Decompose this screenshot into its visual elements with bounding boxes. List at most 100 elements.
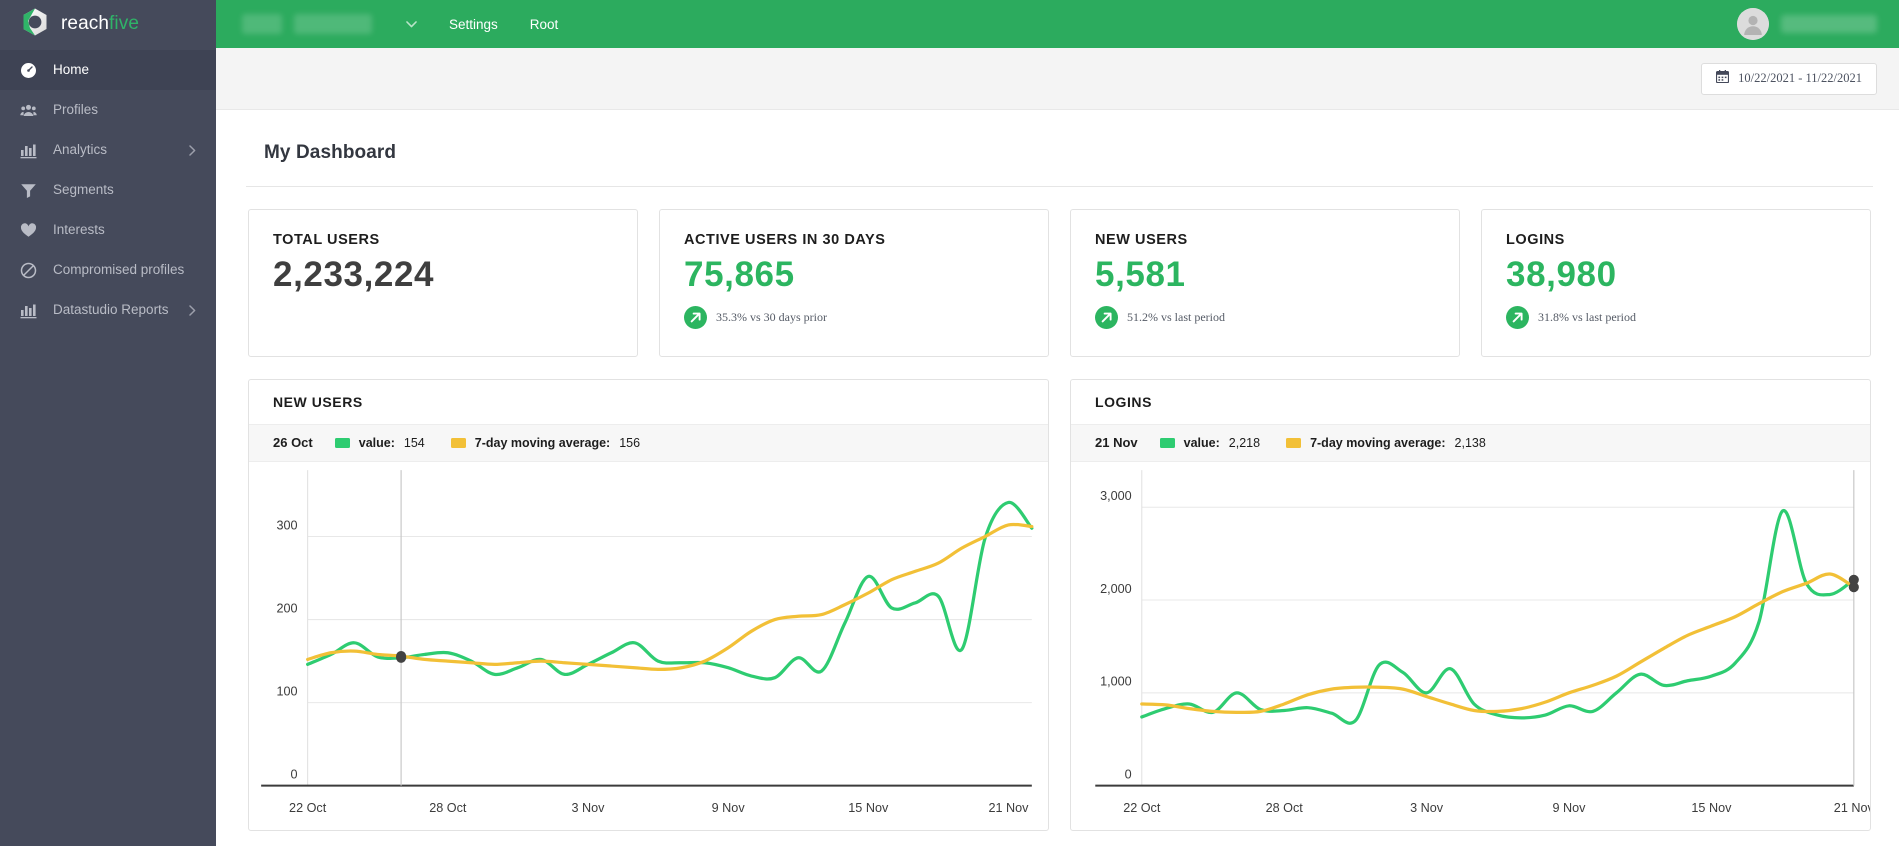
x-tick-label: 28 Oct [1266, 801, 1304, 815]
brand-name-part1: reach [61, 13, 110, 34]
x-tick-label: 28 Oct [429, 801, 467, 815]
kpi-row: TOTAL USERS 2,233,224 ACTIVE USERS IN 30… [246, 209, 1873, 357]
top-bar: Settings Root [216, 0, 1899, 48]
legend-label: value: [358, 435, 395, 450]
legend-label: value: [1183, 435, 1220, 450]
legend-label: 7-day moving average: [474, 435, 611, 450]
kpi-delta: 31.8% vs last period [1506, 305, 1846, 329]
x-tick-label: 3 Nov [571, 801, 605, 815]
sidebar-item-home[interactable]: Home [0, 50, 216, 90]
chart-card-new-users: NEW USERS 26 Oct value: 154 7-day moving… [248, 379, 1049, 831]
legend-item-value: value: 2,218 [1159, 435, 1261, 450]
kpi-title: NEW USERS [1095, 232, 1188, 248]
sub-header: 10/22/2021 - 11/22/2021 [216, 48, 1899, 110]
chart-row: NEW USERS 26 Oct value: 154 7-day moving… [246, 379, 1873, 831]
y-tick-label: 100 [276, 684, 297, 698]
legend-swatch-value [334, 437, 350, 448]
org-selector-redacted-block [242, 14, 282, 34]
legend-hover-date: 21 Nov [1095, 435, 1138, 451]
reachfive-ring-logo-icon [18, 7, 52, 41]
sidebar-item-profiles[interactable]: Profiles [0, 90, 216, 130]
page-title: My Dashboard [264, 142, 397, 163]
people-icon [20, 102, 37, 119]
y-tick-label: 0 [1125, 767, 1132, 781]
y-tick-label: 1,000 [1100, 675, 1132, 689]
kpi-value: 38,980 [1506, 255, 1617, 294]
title-divider [246, 186, 1873, 187]
kpi-delta: 35.3% vs 30 days prior [684, 305, 1024, 329]
block-icon [20, 262, 37, 279]
topbar-link-settings[interactable]: Settings [449, 17, 498, 32]
y-tick-label: 200 [276, 601, 297, 615]
sidebar: reachfive Home Profiles Analytics Segmen… [0, 0, 216, 846]
funnel-icon [20, 182, 37, 199]
user-avatar-icon[interactable] [1737, 8, 1769, 40]
x-tick-label: 21 Nov [988, 801, 1029, 815]
calendar-icon [1716, 70, 1730, 87]
kpi-value: 75,865 [684, 255, 795, 294]
kpi-delta-text: 31.8% vs last period [1538, 309, 1636, 324]
chart-card-logins: LOGINS 21 Nov value: 2,218 7-day moving … [1070, 379, 1871, 831]
username-redacted-block [1781, 15, 1877, 33]
legend-value: 154 [403, 435, 425, 450]
sidebar-item-datastudio-reports[interactable]: Datastudio Reports [0, 290, 216, 330]
x-tick-label: 9 Nov [712, 801, 746, 815]
legend-value: 2,218 [1228, 435, 1261, 450]
kpi-title: LOGINS [1506, 232, 1565, 248]
chart-title: NEW USERS [249, 380, 1048, 425]
x-tick-label: 15 Nov [1691, 801, 1732, 815]
kpi-card-total-users: TOTAL USERS 2,233,224 [248, 209, 638, 357]
x-tick-label: 15 Nov [848, 801, 889, 815]
legend-item-moving-average: 7-day moving average: 2,138 [1286, 436, 1486, 450]
kpi-card-new-users: NEW USERS 5,581 51.2% vs last period [1070, 209, 1460, 357]
legend-swatch-value [1159, 437, 1175, 448]
y-tick-label: 300 [276, 518, 297, 532]
chevron-right-icon [189, 304, 196, 316]
topbar-link-root[interactable]: Root [530, 17, 559, 32]
kpi-delta: 51.2% vs last period [1095, 305, 1435, 329]
x-tick-label: 22 Oct [289, 801, 327, 815]
sidebar-nav: Home Profiles Analytics Segments Interes… [0, 48, 216, 330]
chart-legend: 26 Oct value: 154 7-day moving average: … [249, 424, 1048, 462]
brand-name-part2: five [109, 13, 139, 34]
date-range-picker[interactable]: 10/22/2021 - 11/22/2021 [1701, 62, 1877, 95]
bar-chart-icon [20, 302, 37, 319]
sidebar-item-label: Profiles [53, 102, 99, 118]
brand-logo[interactable]: reachfive [0, 0, 216, 48]
hover-point-marker [396, 650, 407, 662]
arrow-up-right-icon [1506, 305, 1529, 329]
legend-value: 156 [619, 435, 641, 450]
bar-chart-icon [20, 142, 37, 159]
gauge-icon [20, 62, 37, 79]
sidebar-item-interests[interactable]: Interests [0, 210, 216, 250]
kpi-card-active-users-30-days: ACTIVE USERS IN 30 DAYS 75,865 35.3% vs … [659, 209, 1049, 357]
chart-plot-logins[interactable]: 0 1,000 2,000 3,000 22 Oct 28 Oct 3 Nov 9 Nov 15… [1071, 462, 1870, 830]
sidebar-item-compromised-profiles[interactable]: Compromised profiles [0, 250, 216, 290]
kpi-title: TOTAL USERS [273, 232, 380, 248]
sidebar-item-label: Segments [53, 182, 114, 198]
x-tick-label: 21 Nov [1834, 801, 1870, 815]
y-tick-label: 2,000 [1100, 582, 1132, 596]
series-line [1140, 509, 1856, 725]
sidebar-item-label: Interests [53, 222, 105, 238]
legend-hover-date: 26 Oct [273, 435, 313, 451]
arrow-up-right-icon [1095, 305, 1118, 329]
sidebar-item-analytics[interactable]: Analytics [0, 130, 216, 170]
legend-swatch-moving-average [450, 437, 466, 448]
sidebar-item-label: Home [53, 62, 90, 78]
chevron-down-icon[interactable] [406, 20, 417, 28]
legend-item-value: value: 154 [334, 435, 425, 450]
kpi-delta-text: 51.2% vs last period [1127, 309, 1225, 324]
legend-value: 2,138 [1454, 435, 1486, 450]
sidebar-item-label: Datastudio Reports [53, 302, 169, 318]
main-column: Settings Root 10/22/2021 - 11/22/2021 My… [216, 0, 1899, 846]
dashboard-content: My Dashboard TOTAL USERS 2,233,224 ACTIV… [216, 110, 1899, 846]
org-selector-redacted-block [294, 14, 372, 34]
legend-label: 7-day moving average: [1310, 435, 1446, 450]
sidebar-item-segments[interactable]: Segments [0, 170, 216, 210]
legend-swatch-moving-average [1286, 437, 1302, 448]
brand-name: reachfive [61, 13, 139, 35]
chart-plot-new-users[interactable]: 0 100 200 300 22 Oct 28 Oct 3 Nov 9 Nov 15 Nov 21… [249, 462, 1048, 830]
series-line [1140, 572, 1856, 714]
arrow-up-right-icon [684, 305, 707, 329]
